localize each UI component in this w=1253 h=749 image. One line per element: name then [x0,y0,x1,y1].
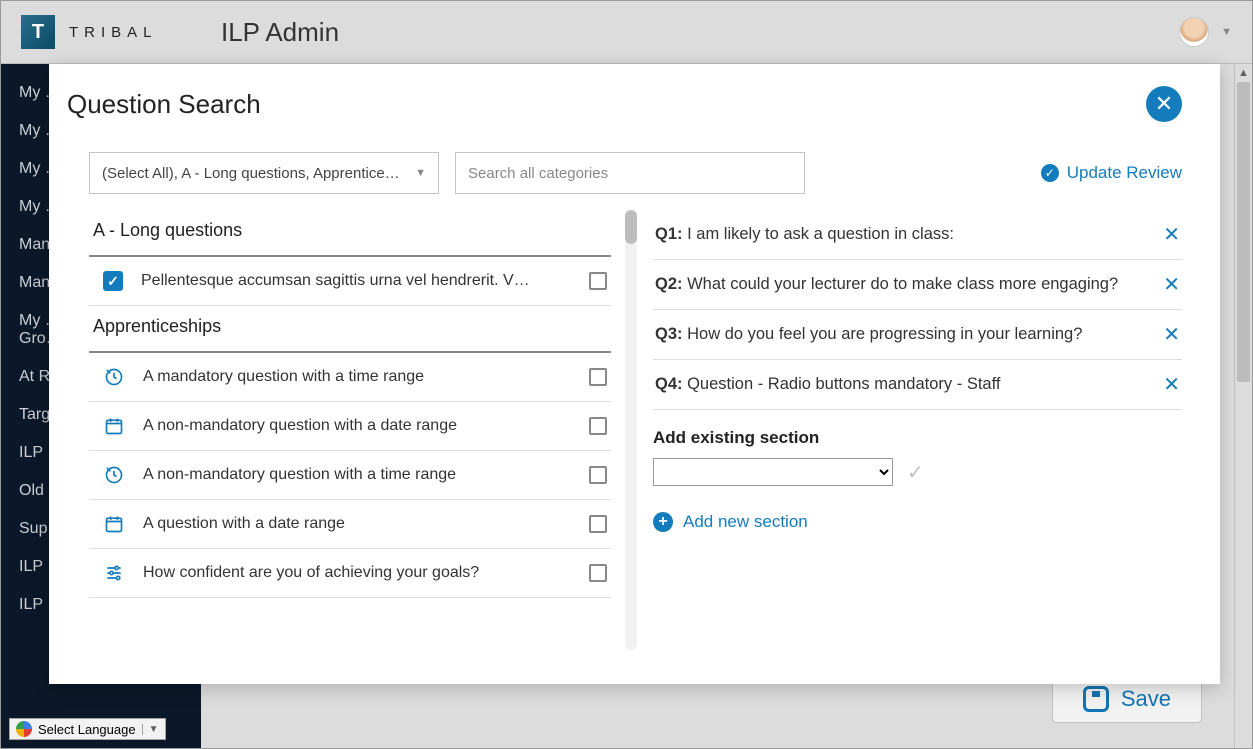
category-title: A - Long questions [89,210,611,257]
search-input[interactable]: Search all categories [455,152,805,194]
avatar[interactable] [1179,17,1209,47]
sliders-icon [103,563,125,583]
question-text: A non-mandatory question with a time ran… [143,466,571,484]
remove-question-button[interactable]: ✕ [1163,322,1180,347]
selected-question-row: Q2: What could your lecturer do to make … [653,260,1182,310]
category-filter-select[interactable]: (Select All), A - Long questions, Appren… [89,152,439,194]
selected-question-row: Q1: I am likely to ask a question in cla… [653,210,1182,260]
add-new-section-link[interactable]: + Add new section [653,512,1182,532]
category-title: Apprenticeships [89,306,611,353]
question-add-checkbox[interactable] [589,417,607,435]
selected-question-text: Q1: I am likely to ask a question in cla… [655,223,974,246]
brand-name: TRIBAL [69,24,158,41]
update-review-link[interactable]: ✓ Update Review [1041,163,1182,183]
question-bank-panel: A - Long questions Pellentesque accumsan … [75,210,615,670]
add-existing-section-label: Add existing section [653,428,1182,448]
question-row[interactable]: A non-mandatory question with a date ran… [89,402,611,451]
remove-question-button[interactable]: ✕ [1163,272,1180,297]
question-add-checkbox[interactable] [589,466,607,484]
question-add-checkbox[interactable] [589,515,607,533]
remove-question-button[interactable]: ✕ [1163,222,1180,247]
selected-question-text: Q3: How do you feel you are progressing … [655,323,1102,346]
question-add-checkbox[interactable] [589,564,607,582]
modal-title: Question Search [67,89,261,120]
question-text: A question with a date range [143,515,571,533]
topbar: T TRIBAL ILP Admin ▼ [1,1,1252,64]
question-add-checkbox[interactable] [589,368,607,386]
category-filter-value: (Select All), A - Long questions, Appren… [102,165,402,182]
selected-question-text: Q2: What could your lecturer do to make … [655,273,1138,296]
date-icon [103,416,125,436]
brand: T TRIBAL [21,15,201,49]
question-row[interactable]: A mandatory question with a time range [89,353,611,402]
question-selected-checkbox[interactable] [103,271,123,291]
selected-questions-panel: Q1: I am likely to ask a question in cla… [645,210,1182,670]
date-icon [103,514,125,534]
remove-question-button[interactable]: ✕ [1163,372,1180,397]
selected-question-text: Q4: Question - Radio buttons mandatory -… [655,373,1020,396]
close-button[interactable]: ✕ [1146,86,1182,122]
chevron-down-icon[interactable]: ▼ [1221,26,1232,38]
question-row[interactable]: A non-mandatory question with a time ran… [89,451,611,500]
question-text: A non-mandatory question with a date ran… [143,417,571,435]
question-row[interactable]: How confident are you of achieving your … [89,549,611,598]
add-new-section-label: Add new section [683,512,808,532]
selected-question-row: Q4: Question - Radio buttons mandatory -… [653,360,1182,410]
question-row[interactable]: A question with a date range [89,500,611,549]
search-placeholder: Search all categories [468,165,608,182]
confirm-section-icon[interactable]: ✓ [907,460,924,485]
question-row[interactable]: Pellentesque accumsan sagittis urna vel … [89,257,611,306]
question-text: A mandatory question with a time range [143,368,571,386]
question-bank-scrollbar[interactable] [625,210,637,650]
plus-circle-icon: + [653,512,673,532]
question-search-modal: Question Search ✕ (Select All), A - Long… [49,64,1220,684]
chevron-down-icon: ▼ [415,167,426,179]
page-title: ILP Admin [221,17,339,48]
check-circle-icon: ✓ [1041,164,1059,182]
question-text: How confident are you of achieving your … [143,564,571,582]
time-icon [103,367,125,387]
existing-section-select[interactable] [653,458,893,486]
time-icon [103,465,125,485]
selected-question-row: Q3: How do you feel you are progressing … [653,310,1182,360]
brand-logo: T [21,15,55,49]
update-review-label: Update Review [1067,163,1182,183]
question-text: Pellentesque accumsan sagittis urna vel … [141,272,571,290]
question-add-checkbox[interactable] [589,272,607,290]
close-icon: ✕ [1155,91,1173,117]
